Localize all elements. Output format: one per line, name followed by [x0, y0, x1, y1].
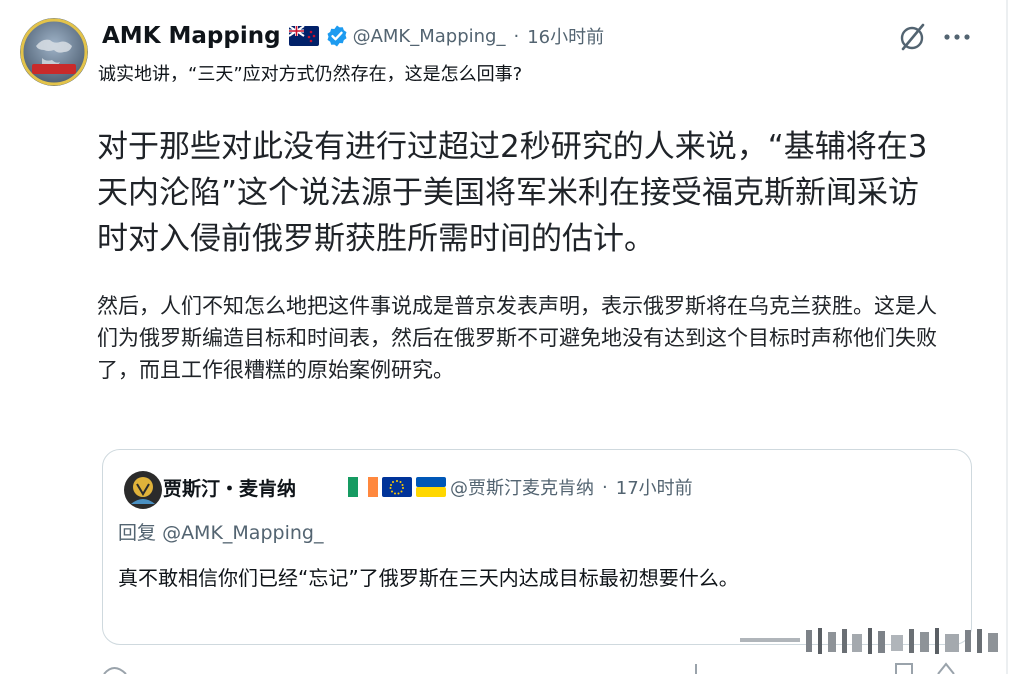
- author-handle[interactable]: @AMK_Mapping_: [353, 26, 506, 47]
- reply-prefix: 回复: [118, 522, 157, 544]
- eu-flag-icon: [382, 477, 413, 497]
- quote-header: 贾斯汀・麦肯纳 @贾斯汀麦克肯纳 · 17小时前: [163, 472, 693, 502]
- tweet-subtitle: 诚实地讲，“三天”应对方式仍然存在，这是怎么回事?: [98, 64, 523, 85]
- watermark-graphic: [740, 628, 998, 654]
- author-name[interactable]: AMK Mapping: [102, 23, 281, 49]
- quote-time[interactable]: 17小时前: [616, 474, 693, 500]
- quote-avatar[interactable]: [123, 470, 163, 510]
- separator-dot: ·: [513, 25, 520, 47]
- tweet-body-large: 对于那些对此没有进行过超过2秒研究的人来说，“基辅将在3天内沦陷”这个说法源于美…: [97, 129, 928, 257]
- action-bar-partial: [103, 662, 955, 674]
- quote-body: 真不敢相信你们已经“忘记”了俄罗斯在三天内达成目标最初想要什么。: [118, 566, 739, 590]
- verified-badge-icon: [327, 25, 347, 47]
- more-dots-icon[interactable]: [942, 26, 972, 48]
- ireland-flag-icon: [348, 477, 379, 497]
- quote-author-name[interactable]: 贾斯汀・麦肯纳: [163, 474, 296, 501]
- new-zealand-flag-icon: [288, 26, 319, 46]
- avatar[interactable]: [20, 18, 88, 86]
- quote-separator-dot: ·: [602, 476, 608, 498]
- quote-author-handle[interactable]: @贾斯汀麦克肯纳: [450, 474, 594, 500]
- quote-reply-line: 回复 @AMK_Mapping_: [118, 518, 323, 545]
- tweet-time[interactable]: 16小时前: [527, 23, 604, 49]
- right-border: [1006, 0, 1008, 674]
- ukraine-flag-icon: [416, 477, 447, 497]
- grok-slash-icon[interactable]: [898, 22, 928, 52]
- reply-mention[interactable]: @AMK_Mapping_: [162, 522, 323, 544]
- tweet-body-medium: 然后，人们不知怎么地把这件事说成是普京发表声明，表示俄罗斯将在乌克兰获胜。这是人…: [97, 294, 937, 382]
- quoted-tweet-card[interactable]: 贾斯汀・麦肯纳 @贾斯汀麦克肯纳 · 17小时前 回复 @AMK_Mapping…: [102, 449, 972, 645]
- tweet-header: AMK Mapping @AMK_Mapping_ · 16小时前: [102, 20, 604, 52]
